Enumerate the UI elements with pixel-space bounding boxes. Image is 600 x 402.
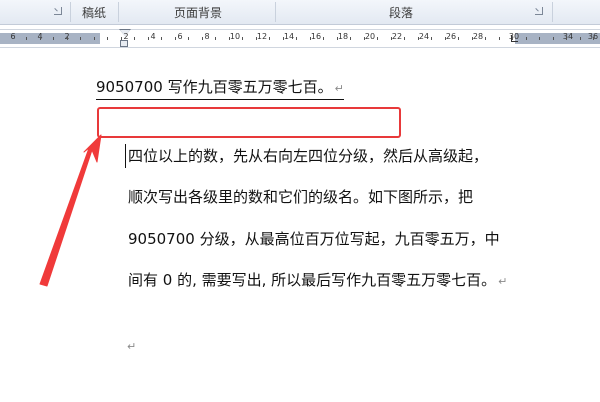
red-arrow-icon bbox=[39, 134, 102, 287]
ribbon-separator bbox=[552, 2, 553, 22]
ribbon-separator bbox=[70, 2, 71, 22]
dialog-launcher-icon[interactable] bbox=[54, 7, 62, 15]
ruler-tick bbox=[364, 37, 365, 40]
ruler-tick bbox=[431, 37, 432, 40]
ruler-tick bbox=[418, 37, 419, 40]
ruler-tick bbox=[94, 37, 95, 40]
ruler-tick bbox=[242, 37, 243, 40]
ruler-tick bbox=[593, 37, 594, 40]
ruler-tick bbox=[485, 37, 486, 40]
ruler-tick bbox=[350, 37, 351, 40]
ruler-tick bbox=[26, 37, 27, 40]
ruler-number: 24 bbox=[418, 32, 430, 41]
ruler-tick bbox=[445, 37, 446, 40]
ruler-tick bbox=[404, 37, 405, 40]
ruler-tick bbox=[337, 37, 338, 40]
ruler-number: 6 bbox=[177, 32, 183, 41]
ruler-number: 16 bbox=[310, 32, 322, 41]
ruler-number: 4 bbox=[150, 32, 156, 41]
ruler-tick bbox=[107, 37, 108, 40]
ribbon-separator bbox=[118, 2, 119, 22]
ruler-number: 6 bbox=[10, 32, 16, 41]
ruler-tick bbox=[67, 37, 68, 40]
ruler-tick bbox=[283, 37, 284, 40]
ribbon-group-label-manuscript: 稿纸 bbox=[82, 6, 107, 20]
ruler-tick bbox=[53, 37, 54, 40]
ruler-number: 18 bbox=[337, 32, 349, 41]
ruler-tick bbox=[296, 37, 297, 40]
ruler-tick bbox=[188, 37, 189, 40]
ruler-number: 8 bbox=[204, 32, 210, 41]
ruler-tick bbox=[80, 37, 81, 40]
ruler-tick bbox=[310, 37, 311, 40]
ruler-number: 10 bbox=[229, 32, 241, 41]
ruler-tick bbox=[499, 37, 500, 40]
ribbon-group-label-paragraph: 段落 bbox=[389, 6, 414, 20]
ruler-tick bbox=[526, 37, 527, 40]
ruler-tick bbox=[377, 37, 378, 40]
ruler-tick bbox=[229, 37, 230, 40]
ruler-tick bbox=[148, 37, 149, 40]
ruler-tick bbox=[566, 37, 567, 40]
ruler-tick bbox=[472, 37, 473, 40]
horizontal-ruler[interactable]: 642246810121416182022242628303436 bbox=[0, 29, 600, 48]
dialog-launcher-icon[interactable] bbox=[535, 7, 543, 15]
ruler-number: 22 bbox=[391, 32, 403, 41]
ruler-tick bbox=[391, 37, 392, 40]
left-indent-marker[interactable] bbox=[120, 40, 128, 47]
ruler-number: 30 bbox=[508, 32, 520, 41]
ruler-tick bbox=[161, 37, 162, 40]
ruler-number: 26 bbox=[445, 32, 457, 41]
ruler-tick bbox=[121, 37, 122, 40]
ruler-number: 12 bbox=[256, 32, 268, 41]
ruler-number: 28 bbox=[472, 32, 484, 41]
ruler-tick bbox=[539, 37, 540, 40]
ruler-number: 2 bbox=[123, 32, 129, 41]
document-page[interactable]: 9050700 写作九百零五万零七百。 ↵ 四位以上的数，先从右向左四位分级，然后… bbox=[0, 48, 600, 402]
ruler-tick bbox=[553, 37, 554, 40]
ruler-tick bbox=[256, 37, 257, 40]
ruler-number: 14 bbox=[283, 32, 295, 41]
ruler-tick bbox=[40, 37, 41, 40]
ruler-tick bbox=[215, 37, 216, 40]
ruler-tick bbox=[202, 37, 203, 40]
ruler-tick bbox=[580, 37, 581, 40]
ribbon-group-label-page-background: 页面背景 bbox=[174, 6, 223, 20]
ribbon-separator bbox=[275, 2, 276, 22]
ruler-tick bbox=[512, 37, 513, 40]
ruler-tick bbox=[323, 37, 324, 40]
ruler-tick bbox=[269, 37, 270, 40]
ruler-tick bbox=[175, 37, 176, 40]
ribbon-group-labels: 稿纸 页面背景 段落 bbox=[0, 0, 600, 25]
ruler-number: 20 bbox=[364, 32, 376, 41]
ruler-tick bbox=[134, 37, 135, 40]
ruler-number: 34 bbox=[562, 32, 574, 41]
ruler-tick bbox=[458, 37, 459, 40]
